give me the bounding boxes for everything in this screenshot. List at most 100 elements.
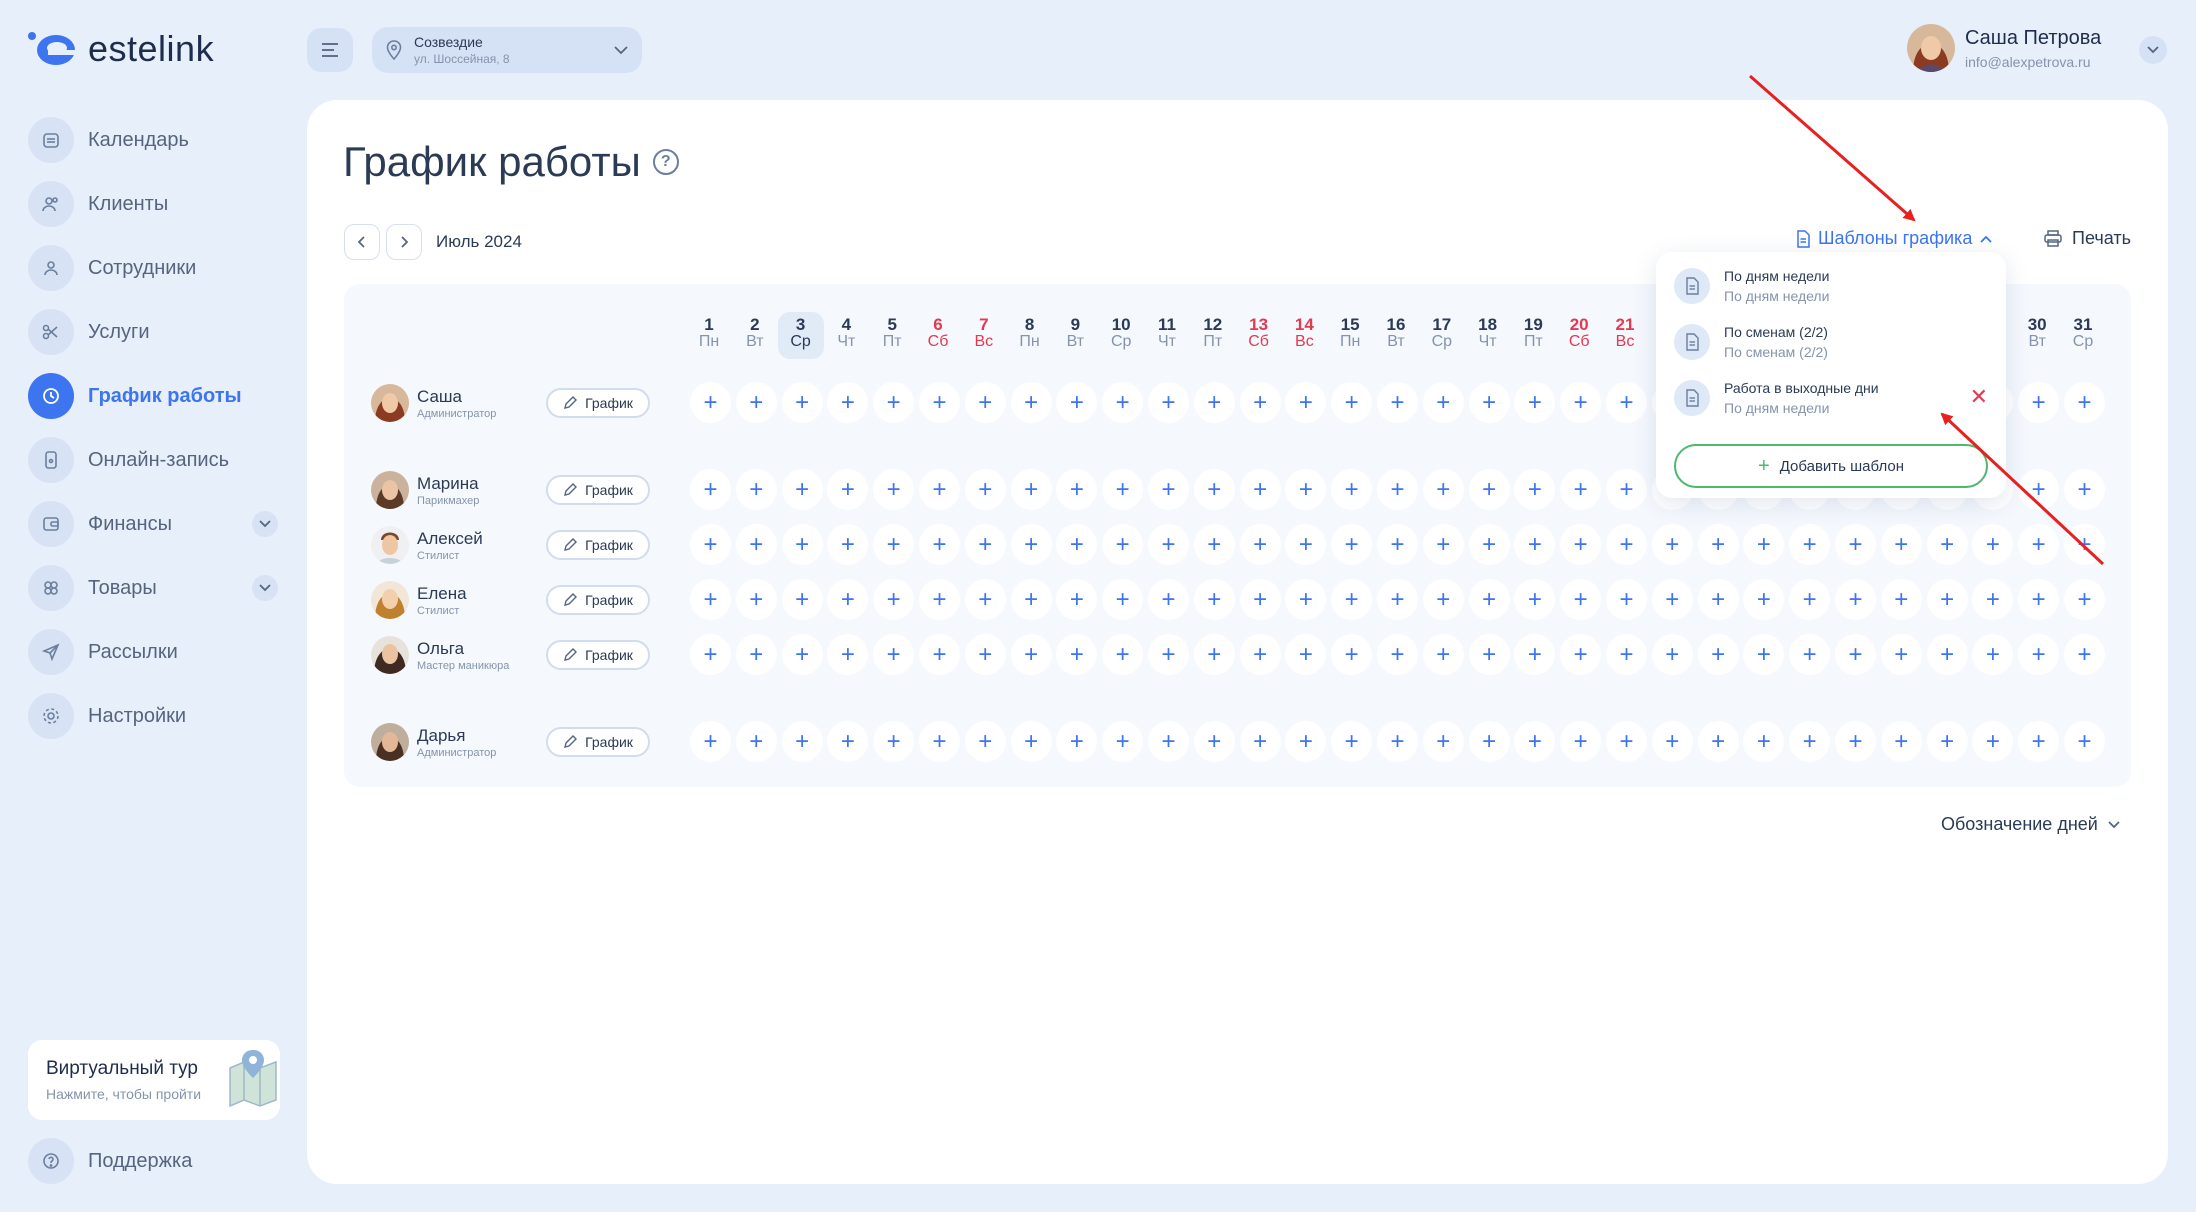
add-shift-cell[interactable]: + [1697, 579, 1739, 620]
add-shift-cell[interactable]: + [1651, 579, 1693, 620]
sidebar-item-goods[interactable]: Товары [28, 564, 280, 612]
add-shift-cell[interactable]: + [919, 382, 960, 423]
add-shift-cell[interactable]: + [1606, 382, 1647, 423]
employee-row-label[interactable]: Ольга Мастер маникюра [371, 636, 509, 674]
add-shift-cell[interactable]: + [1468, 524, 1510, 565]
add-shift-cell[interactable]: + [1148, 469, 1189, 510]
add-shift-cell[interactable]: + [1377, 469, 1418, 510]
add-shift-cell[interactable]: + [1102, 634, 1144, 675]
add-shift-cell[interactable]: + [964, 469, 1006, 510]
add-shift-cell[interactable]: + [781, 382, 823, 423]
add-shift-cell[interactable]: + [1606, 469, 1647, 510]
add-shift-cell[interactable]: + [735, 579, 777, 620]
schedule-button[interactable]: График [546, 388, 650, 418]
schedule-button[interactable]: График [546, 475, 650, 505]
add-shift-cell[interactable]: + [873, 721, 915, 762]
add-shift-cell[interactable]: + [964, 634, 1006, 675]
add-shift-cell[interactable]: + [1880, 721, 1922, 762]
add-shift-cell[interactable]: + [1468, 721, 1510, 762]
schedule-button[interactable]: График [546, 640, 650, 670]
add-shift-cell[interactable]: + [1560, 382, 1602, 423]
add-shift-cell[interactable]: + [1926, 524, 1968, 565]
add-shift-cell[interactable]: + [1606, 524, 1647, 565]
add-shift-cell[interactable]: + [873, 469, 915, 510]
add-shift-cell[interactable]: + [1331, 382, 1373, 423]
add-shift-cell[interactable]: + [1239, 721, 1281, 762]
add-shift-cell[interactable]: + [690, 382, 731, 423]
add-shift-cell[interactable]: + [1422, 579, 1464, 620]
user-menu-chevron[interactable] [2139, 36, 2167, 64]
add-shift-cell[interactable]: + [781, 469, 823, 510]
add-shift-cell[interactable]: + [1331, 579, 1373, 620]
schedule-button[interactable]: График [546, 530, 650, 560]
add-shift-cell[interactable]: + [1651, 634, 1693, 675]
brand-logo[interactable]: estelink [26, 26, 214, 72]
add-shift-cell[interactable]: + [1102, 382, 1144, 423]
add-shift-cell[interactable]: + [2064, 634, 2105, 675]
add-shift-cell[interactable]: + [1789, 579, 1831, 620]
template-item[interactable]: Работа в выходные дни По дням недели ✕ [1674, 380, 1992, 416]
add-shift-cell[interactable]: + [1468, 382, 1510, 423]
add-shift-cell[interactable]: + [1560, 579, 1602, 620]
add-shift-cell[interactable]: + [1468, 634, 1510, 675]
schedule-button[interactable]: График [546, 727, 650, 757]
add-shift-cell[interactable]: + [1377, 579, 1418, 620]
add-shift-cell[interactable]: + [1193, 382, 1235, 423]
add-shift-cell[interactable]: + [2018, 469, 2060, 510]
add-shift-cell[interactable]: + [690, 469, 731, 510]
add-shift-cell[interactable]: + [1789, 524, 1831, 565]
add-shift-cell[interactable]: + [1651, 721, 1693, 762]
add-shift-cell[interactable]: + [1835, 634, 1876, 675]
template-item[interactable]: По сменам (2/2) По сменам (2/2) [1674, 324, 1992, 360]
sidebar-item-online-booking[interactable]: Онлайн-запись [28, 436, 280, 484]
employee-row-label[interactable]: Саша Администратор [371, 384, 496, 422]
add-shift-cell[interactable]: + [1789, 634, 1831, 675]
add-shift-cell[interactable]: + [781, 524, 823, 565]
add-shift-cell[interactable]: + [1560, 721, 1602, 762]
add-shift-cell[interactable]: + [1010, 634, 1052, 675]
sidebar-item-support[interactable]: Поддержка [28, 1137, 192, 1185]
add-shift-cell[interactable]: + [873, 579, 915, 620]
day-legend-toggle[interactable]: Обозначение дней [1941, 814, 2120, 835]
add-shift-cell[interactable]: + [873, 634, 915, 675]
add-shift-cell[interactable]: + [781, 721, 823, 762]
add-shift-cell[interactable]: + [2064, 382, 2105, 423]
sidebar-item-services[interactable]: Услуги [28, 308, 280, 356]
add-template-button[interactable]: + Добавить шаблон [1674, 444, 1988, 488]
add-shift-cell[interactable]: + [690, 721, 731, 762]
add-shift-cell[interactable]: + [1697, 721, 1739, 762]
add-shift-cell[interactable]: + [1651, 524, 1693, 565]
add-shift-cell[interactable]: + [1377, 524, 1418, 565]
add-shift-cell[interactable]: + [781, 634, 823, 675]
add-shift-cell[interactable]: + [1377, 721, 1418, 762]
add-shift-cell[interactable]: + [1102, 469, 1144, 510]
add-shift-cell[interactable]: + [1331, 469, 1373, 510]
add-shift-cell[interactable]: + [690, 579, 731, 620]
add-shift-cell[interactable]: + [1468, 579, 1510, 620]
add-shift-cell[interactable]: + [1560, 469, 1602, 510]
add-shift-cell[interactable]: + [2018, 382, 2060, 423]
add-shift-cell[interactable]: + [1377, 382, 1418, 423]
add-shift-cell[interactable]: + [964, 524, 1006, 565]
add-shift-cell[interactable]: + [1010, 524, 1052, 565]
add-shift-cell[interactable]: + [1148, 524, 1189, 565]
add-shift-cell[interactable]: + [735, 721, 777, 762]
add-shift-cell[interactable]: + [1010, 382, 1052, 423]
add-shift-cell[interactable]: + [735, 524, 777, 565]
add-shift-cell[interactable]: + [2018, 634, 2060, 675]
add-shift-cell[interactable]: + [1193, 721, 1235, 762]
virtual-tour-card[interactable]: Виртуальный тур Нажмите, чтобы пройти [28, 1040, 280, 1120]
add-shift-cell[interactable]: + [1606, 579, 1647, 620]
chevron-down-icon[interactable] [252, 575, 278, 601]
add-shift-cell[interactable]: + [1926, 721, 1968, 762]
add-shift-cell[interactable]: + [1102, 524, 1144, 565]
add-shift-cell[interactable]: + [1193, 469, 1235, 510]
add-shift-cell[interactable]: + [1835, 524, 1876, 565]
add-shift-cell[interactable]: + [2064, 469, 2105, 510]
add-shift-cell[interactable]: + [1239, 524, 1281, 565]
add-shift-cell[interactable]: + [1239, 469, 1281, 510]
add-shift-cell[interactable]: + [1148, 721, 1189, 762]
add-shift-cell[interactable]: + [1148, 634, 1189, 675]
add-shift-cell[interactable]: + [735, 469, 777, 510]
add-shift-cell[interactable]: + [919, 524, 960, 565]
